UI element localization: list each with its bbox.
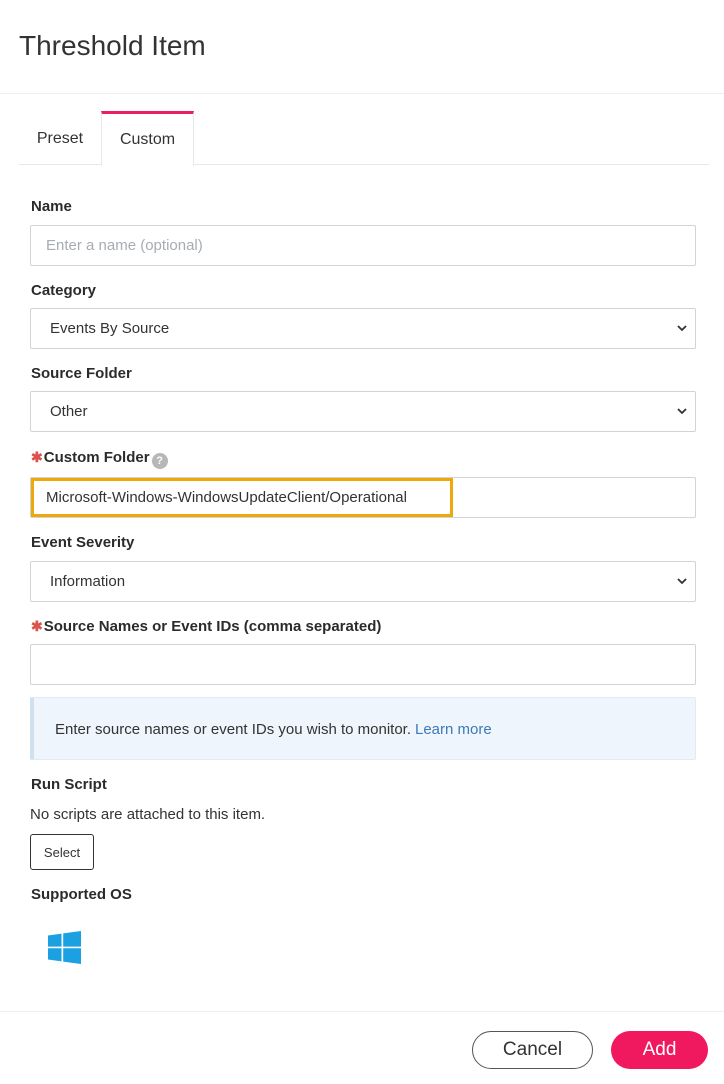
category-value: Events By Source xyxy=(50,320,170,337)
event-severity-label: Event Severity xyxy=(31,534,135,551)
custom-folder-label-text: Custom Folder xyxy=(43,449,150,466)
name-input[interactable]: Enter a name (optional) xyxy=(30,225,696,266)
required-mark: ✱ xyxy=(31,449,43,465)
select-script-button[interactable]: Select xyxy=(30,834,94,870)
name-placeholder: Enter a name (optional) xyxy=(46,237,203,254)
category-select[interactable]: Events By Source xyxy=(30,308,696,349)
source-names-input[interactable] xyxy=(30,644,696,685)
source-folder-label: Source Folder xyxy=(31,365,132,382)
question-circle-icon[interactable]: ? xyxy=(151,453,168,469)
custom-folder-value: Microsoft-Windows-WindowsUpdateClient/Op… xyxy=(46,489,407,506)
custom-folder-label: ✱Custom Folder? xyxy=(31,449,168,469)
add-button[interactable]: Add xyxy=(611,1031,708,1069)
required-mark: ✱ xyxy=(31,618,43,634)
chevron-down-icon xyxy=(677,408,687,415)
dialog-header: Threshold Item xyxy=(0,0,724,94)
source-folder-select[interactable]: Other xyxy=(30,391,696,432)
info-box: Enter source names or event IDs you wish… xyxy=(30,697,696,760)
name-label: Name xyxy=(31,198,72,215)
info-text: Enter source names or event IDs you wish… xyxy=(55,721,492,738)
supported-os-label: Supported OS xyxy=(31,886,132,903)
custom-folder-input[interactable]: Microsoft-Windows-WindowsUpdateClient/Op… xyxy=(30,477,696,518)
event-severity-value: Information xyxy=(50,573,126,590)
learn-more-link[interactable]: Learn more xyxy=(415,721,492,738)
source-names-label: ✱Source Names or Event IDs (comma separa… xyxy=(31,618,381,635)
tab-custom[interactable]: Custom xyxy=(101,111,194,166)
run-script-text: No scripts are attached to this item. xyxy=(30,806,266,823)
chevron-down-icon xyxy=(677,578,687,585)
category-label: Category xyxy=(31,282,97,299)
source-names-label-text: Source Names or Event IDs (comma separat… xyxy=(43,618,382,635)
source-folder-value: Other xyxy=(50,403,88,420)
run-script-label: Run Script xyxy=(31,776,107,793)
info-message: Enter source names or event IDs you wish… xyxy=(55,721,411,738)
tab-bar: Preset Custom xyxy=(19,111,709,166)
windows-icon xyxy=(48,931,81,964)
dialog-footer: Cancel Add xyxy=(0,1011,724,1084)
tab-preset[interactable]: Preset xyxy=(19,111,101,165)
event-severity-select[interactable]: Information xyxy=(30,561,696,602)
chevron-down-icon xyxy=(677,325,687,332)
dialog-title: Threshold Item xyxy=(19,30,206,61)
cancel-button[interactable]: Cancel xyxy=(472,1031,593,1069)
